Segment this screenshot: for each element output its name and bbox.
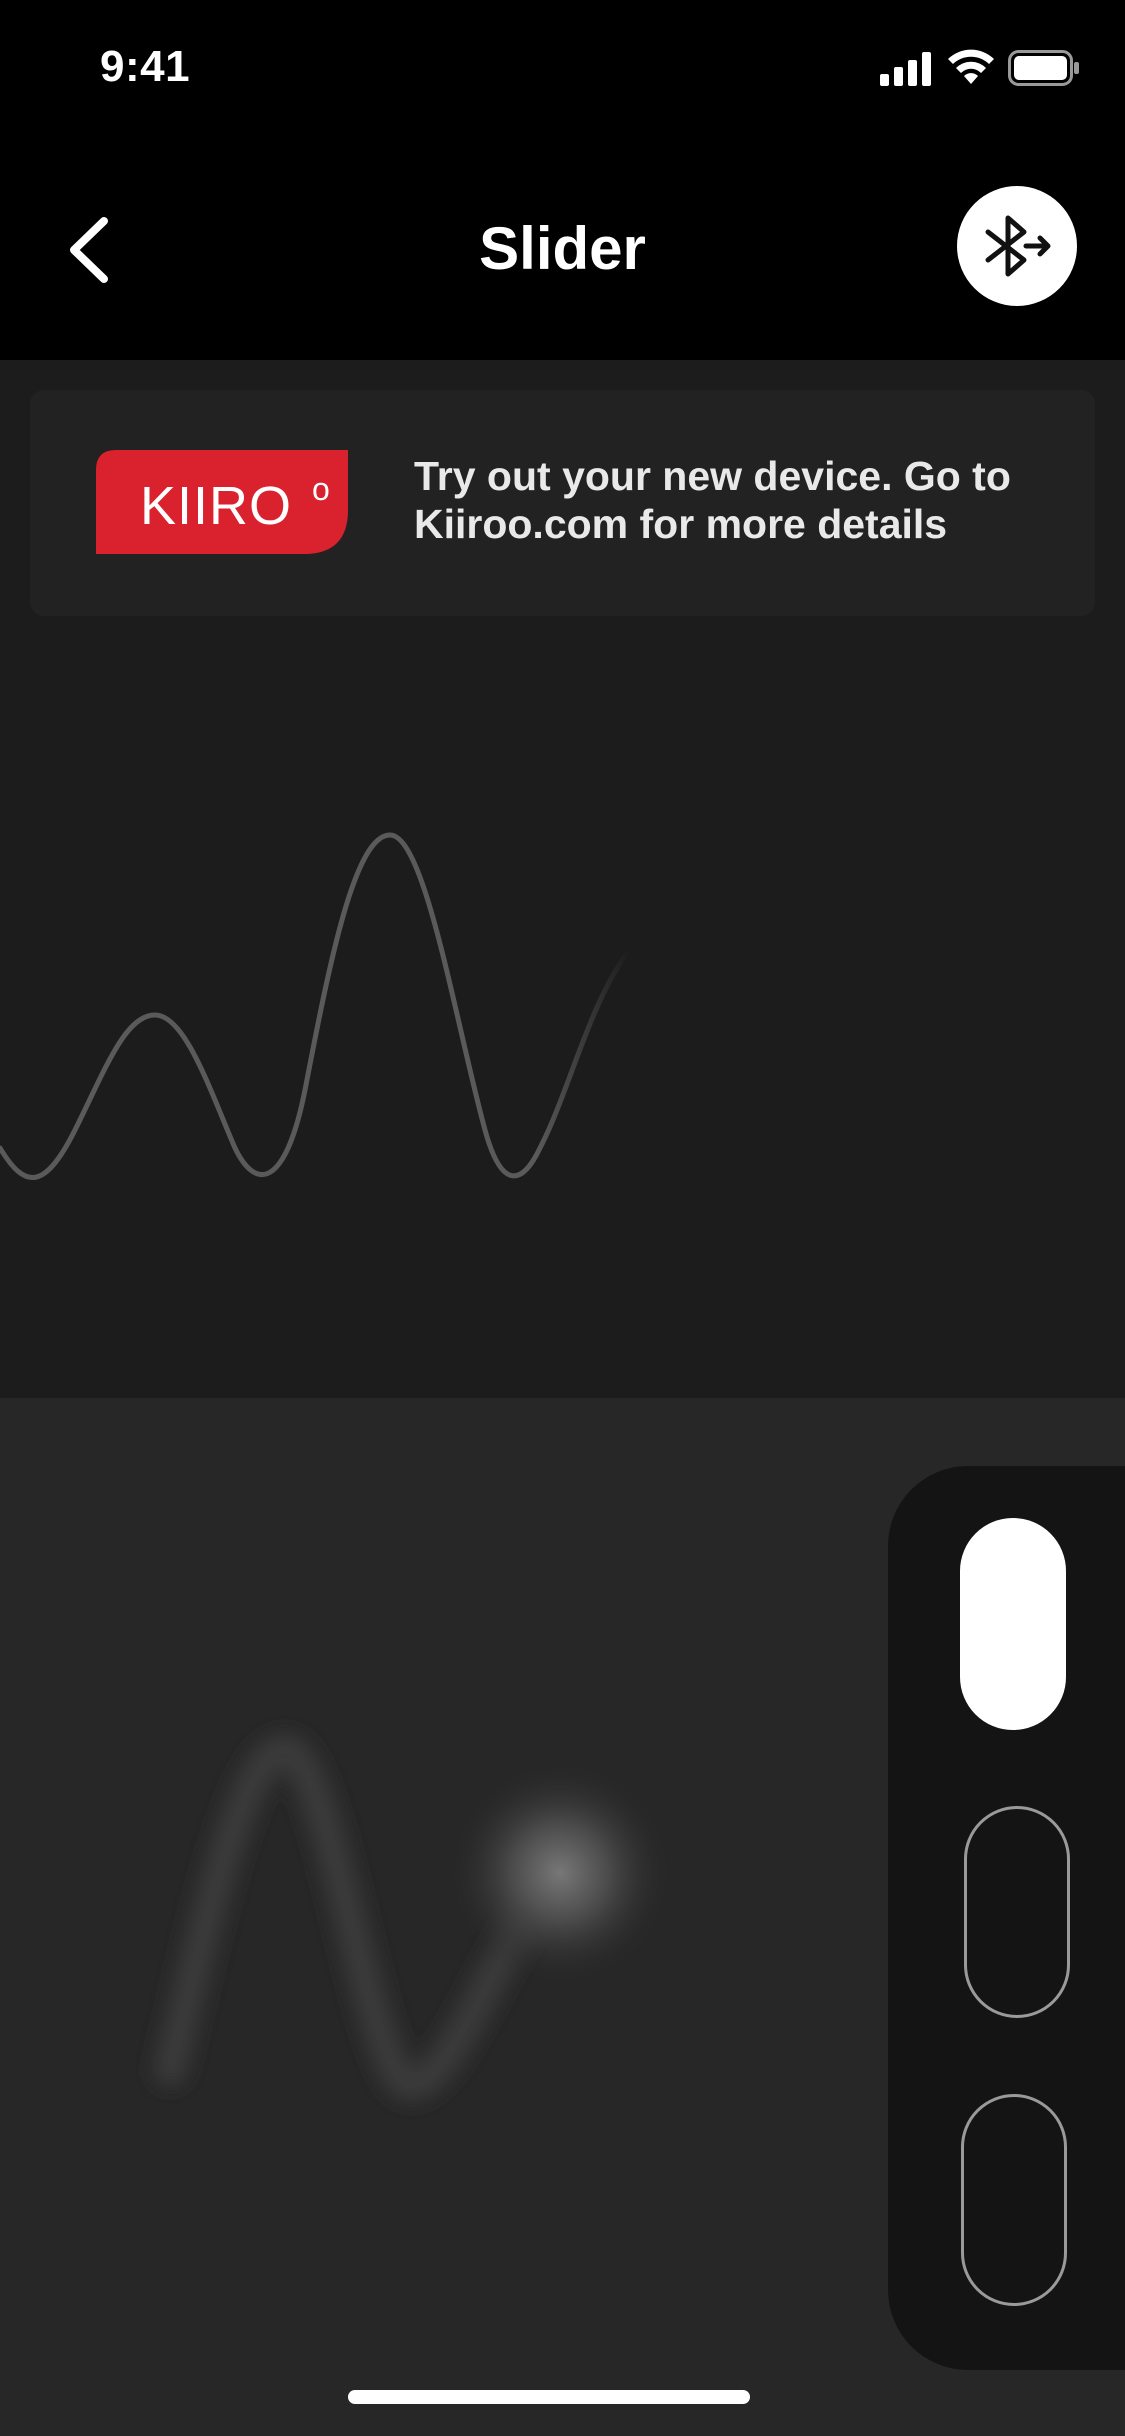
battery-icon [1008,50,1079,86]
status-time: 9:41 [100,42,191,91]
mode-option-1-selected[interactable] [960,1518,1066,1730]
touch-point-glow [450,1763,670,1983]
waveform-graph [0,832,633,1180]
home-indicator[interactable] [348,2390,750,2404]
waveform-line [0,832,633,1180]
wifi-icon [948,49,994,84]
bluetooth-connect-button[interactable] [957,186,1077,306]
mode-option-3[interactable] [961,2094,1067,2306]
mode-option-2[interactable] [964,1806,1070,2018]
bluetooth-arrow-icon [985,215,1051,277]
cellular-signal-icon [880,52,931,86]
